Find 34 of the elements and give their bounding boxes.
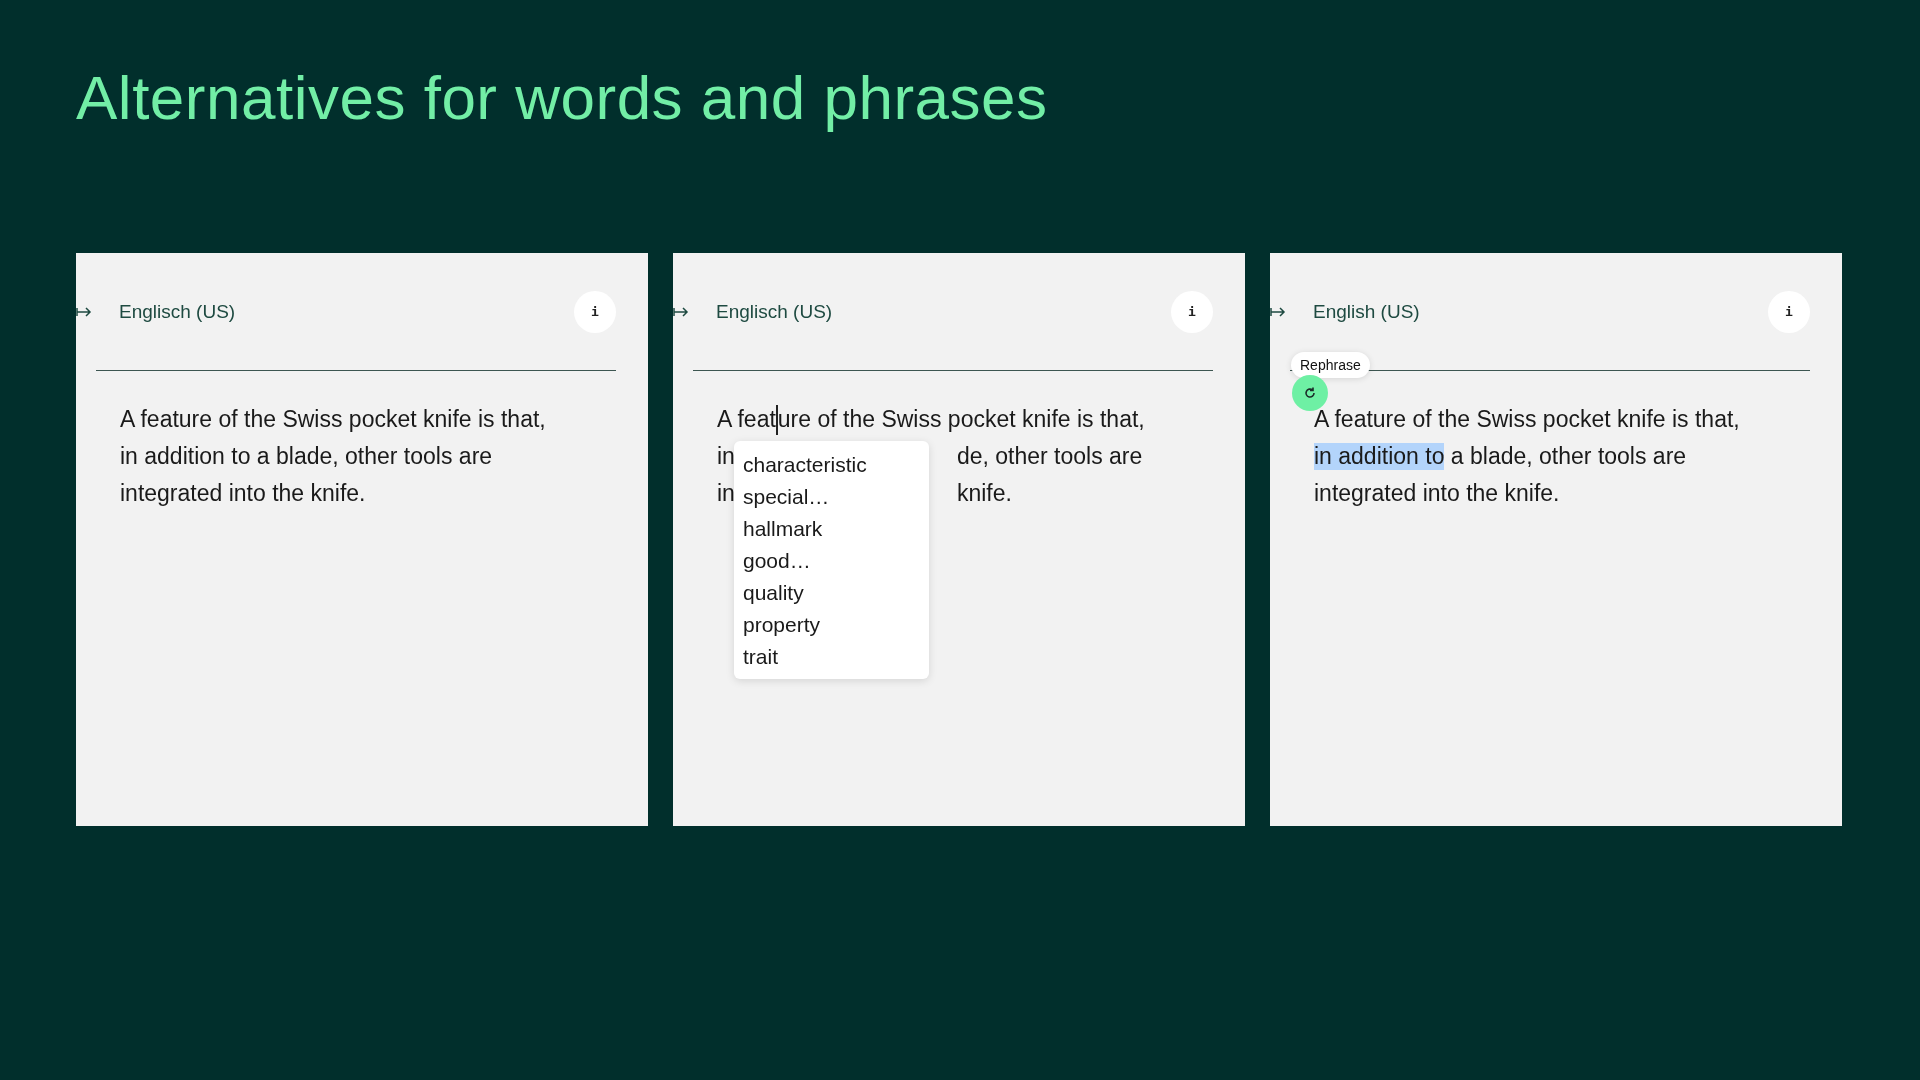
text-line: a blade, other tools are [1449,443,1687,470]
text-line: in [717,480,735,507]
suggestion-item[interactable]: good… [743,545,929,577]
arrow-icon [1270,305,1286,318]
text-line: de, other tools are [956,443,1143,470]
info-button[interactable]: i [1768,290,1810,333]
tooltip: Rephrase [1291,352,1370,378]
text-line: knife. [956,480,1012,507]
text-line: A feature of the Swiss pocket knife is that, [1314,406,1740,433]
text-cursor [775,404,778,435]
rephrase-button[interactable] [1292,375,1328,411]
language-label[interactable]: English (US) [1313,300,1768,323]
text-line: ure of the Swiss pocket knife is that, [777,406,1145,433]
suggestion-item[interactable]: property [743,609,929,641]
suggestion-item[interactable]: quality [743,577,929,609]
info-button[interactable]: i [1171,290,1213,333]
selected-text: in addition to [1314,443,1445,470]
info-button[interactable]: i [574,290,616,333]
text-line: integrated into the knife. [1314,480,1560,507]
suggestion-item[interactable]: hallmark [743,513,929,545]
language-label[interactable]: Englisch (US) [119,300,574,323]
slide-title: Alternatives for words and phrases [76,62,1049,133]
text-line: A feature of the Swiss pocket knife is that, [120,406,546,433]
text-line: integrated into the knife. [120,480,366,507]
suggestion-item[interactable]: trait [743,641,929,673]
arrow-icon [673,305,689,318]
suggestion-item[interactable]: special… [743,481,929,513]
text-line: in addition to a blade, other tools are [120,443,493,470]
text-line: A feat [717,406,776,433]
arrow-icon [76,305,92,318]
refresh-icon [1303,386,1317,400]
language-label[interactable]: Englisch (US) [716,300,1171,323]
text-line: in [717,443,735,470]
suggestion-item[interactable]: characteristic [743,449,929,481]
